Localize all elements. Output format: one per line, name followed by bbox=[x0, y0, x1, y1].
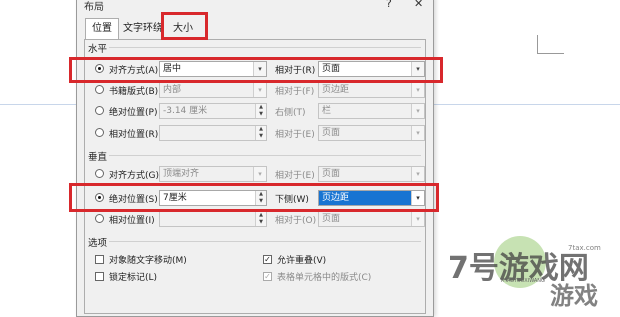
h-book-value: 内部 bbox=[163, 85, 182, 95]
page-corner-mark bbox=[537, 35, 564, 54]
v-rel-rel-select[interactable]: 页面 ▾ bbox=[318, 211, 425, 227]
divider bbox=[109, 47, 421, 48]
h-rel-rel-select[interactable]: 页面 ▾ bbox=[318, 125, 425, 141]
help-button[interactable]: ? bbox=[386, 0, 392, 10]
section-vertical: 垂直 bbox=[88, 152, 108, 163]
move-with-text-checkbox[interactable] bbox=[95, 255, 104, 264]
move-with-text-label: 对象随文字移动(M) bbox=[109, 256, 187, 266]
v-align-value: 顶端对齐 bbox=[163, 169, 200, 179]
chevron-down-icon: ▾ bbox=[411, 126, 424, 140]
v-rel-rel-value: 页面 bbox=[322, 214, 341, 224]
chevron-down-icon: ▾ bbox=[253, 83, 266, 97]
highlight-h-align-row bbox=[69, 57, 443, 83]
h-book-rel-select[interactable]: 页边距 ▾ bbox=[318, 82, 425, 98]
v-align-rel-value: 页面 bbox=[322, 169, 341, 179]
v-rel-input[interactable]: ▲ ▼ bbox=[159, 211, 267, 227]
h-abs-row: 绝对位置(P) -3.14 厘米 ▲ ▼ 右侧(T) 栏 ▾ bbox=[85, 102, 427, 120]
h-book-select[interactable]: 内部 ▾ bbox=[159, 82, 267, 98]
h-abs-input[interactable]: -3.14 厘米 ▲ ▼ bbox=[159, 103, 267, 119]
v-rel-label: 相对位置(I) bbox=[109, 216, 155, 226]
lock-anchor-label: 锁定标记(L) bbox=[109, 273, 158, 283]
v-rel-radio[interactable] bbox=[95, 214, 104, 223]
v-rel-rel-label: 相对于(O) bbox=[275, 216, 317, 226]
h-book-row: 书籍版式(B) 内部 ▾ 相对于(F) 页边距 ▾ bbox=[85, 81, 427, 99]
site-watermark: 7号游戏网 7HAOYOUXIWANG 7tax.com 游戏 bbox=[448, 236, 601, 309]
highlight-v-abs-row bbox=[69, 183, 439, 212]
spinner-icon[interactable]: ▲ ▼ bbox=[255, 212, 266, 226]
h-rel-radio[interactable] bbox=[95, 128, 104, 137]
layout-dialog: 布局 ? ✕ 位置 文字环绕 大小 水平 对齐方式(A) 居中 ▾ 相对于(R) … bbox=[76, 0, 434, 317]
h-rel-row: 相对位置(R) ▲ ▼ 相对于(E) 页面 ▾ bbox=[85, 124, 427, 142]
v-align-row: 对齐方式(G) 顶端对齐 ▾ 相对于(E) 页面 ▾ bbox=[85, 165, 427, 183]
chevron-down-icon: ▾ bbox=[411, 212, 424, 226]
divider bbox=[109, 155, 421, 156]
h-abs-label: 绝对位置(P) bbox=[109, 108, 158, 118]
chevron-down-icon: ▾ bbox=[253, 167, 266, 181]
chevron-down-icon: ▾ bbox=[411, 104, 424, 118]
spinner-icon[interactable]: ▲ ▼ bbox=[255, 104, 266, 118]
divider bbox=[109, 241, 421, 242]
v-rel-row: 相对位置(I) ▲ ▼ 相对于(O) 页面 ▾ bbox=[85, 210, 427, 228]
h-abs-rel-select[interactable]: 栏 ▾ bbox=[318, 103, 425, 119]
section-horizontal: 水平 bbox=[88, 44, 108, 55]
h-book-label: 书籍版式(B) bbox=[109, 87, 159, 97]
watermark-side-text: 游戏 bbox=[550, 282, 598, 309]
watermark-small-text: 7HAOYOUXIWANG bbox=[500, 278, 545, 284]
h-rel-rel-value: 页面 bbox=[322, 128, 341, 138]
close-button[interactable]: ✕ bbox=[414, 0, 423, 10]
allow-overlap-label: 允许重叠(V) bbox=[277, 256, 327, 266]
v-align-rel-label: 相对于(E) bbox=[275, 171, 315, 181]
h-abs-rel-value: 栏 bbox=[322, 106, 332, 116]
spinner-icon[interactable]: ▲ ▼ bbox=[255, 126, 266, 140]
chevron-down-icon: ▾ bbox=[411, 167, 424, 181]
h-rel-input[interactable]: ▲ ▼ bbox=[159, 125, 267, 141]
h-rel-rel-label: 相对于(E) bbox=[275, 130, 315, 140]
tab-position[interactable]: 位置 bbox=[85, 18, 119, 40]
h-book-rel-label: 相对于(F) bbox=[275, 87, 315, 97]
v-align-select[interactable]: 顶端对齐 ▾ bbox=[159, 166, 267, 182]
h-abs-radio[interactable] bbox=[95, 106, 104, 115]
layout-in-cell-checkbox[interactable]: ✓ bbox=[263, 272, 272, 281]
h-rel-label: 相对位置(R) bbox=[109, 130, 159, 140]
v-align-label: 对齐方式(G) bbox=[109, 171, 159, 181]
h-abs-rel-label: 右侧(T) bbox=[275, 108, 306, 118]
dialog-titlebar: 布局 ? ✕ bbox=[77, 0, 433, 13]
allow-overlap-checkbox[interactable]: ✓ bbox=[263, 255, 272, 264]
h-book-rel-value: 页边距 bbox=[322, 85, 350, 95]
v-align-rel-select[interactable]: 页面 ▾ bbox=[318, 166, 425, 182]
section-options: 选项 bbox=[88, 238, 108, 249]
lock-anchor-checkbox[interactable] bbox=[95, 272, 104, 281]
layout-in-cell-label: 表格单元格中的版式(C) bbox=[277, 273, 372, 283]
v-align-radio[interactable] bbox=[95, 169, 104, 178]
dialog-title: 布局 bbox=[84, 2, 104, 13]
chevron-down-icon: ▾ bbox=[411, 83, 424, 97]
highlight-size-tab bbox=[161, 12, 208, 40]
h-abs-value: -3.14 厘米 bbox=[163, 106, 208, 116]
watermark-url-text: 7tax.com bbox=[568, 244, 601, 252]
h-book-radio[interactable] bbox=[95, 85, 104, 94]
